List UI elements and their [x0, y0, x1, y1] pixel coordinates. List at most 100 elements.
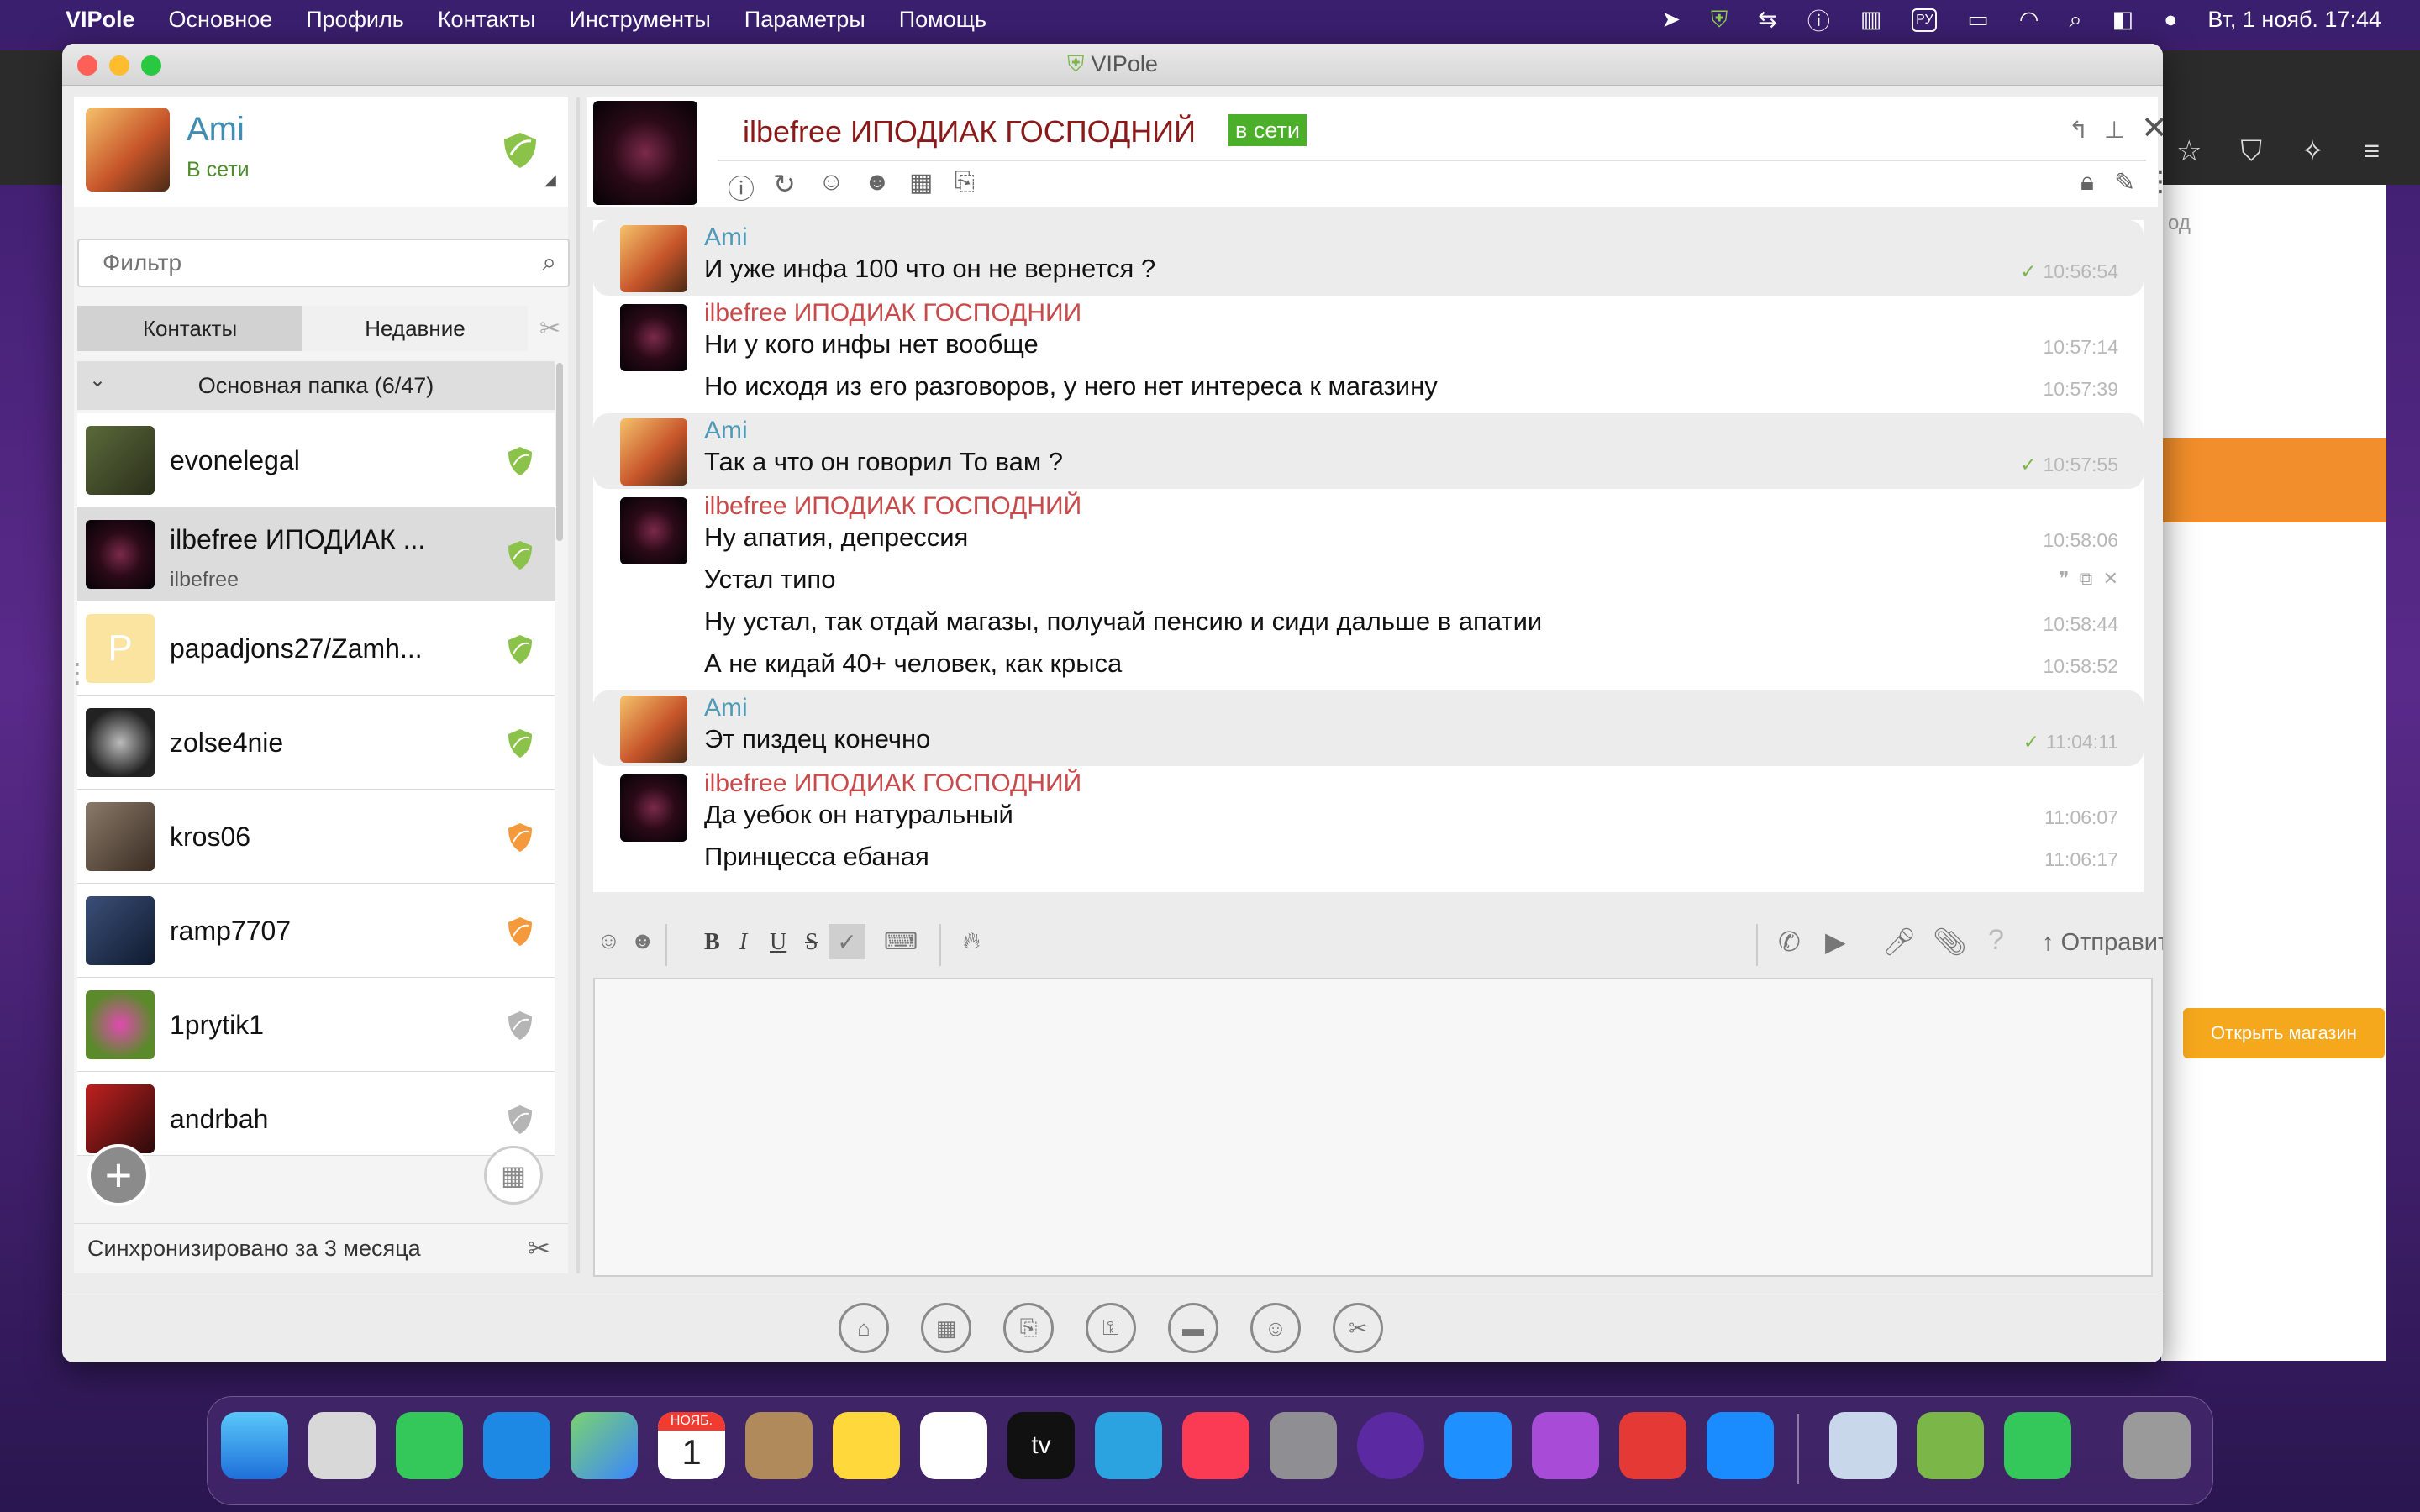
message-text[interactable]: А не кидай 40+ человек, как крыса	[704, 648, 1122, 679]
emoji-icon[interactable]: ☺	[597, 927, 621, 954]
contacts-app-icon[interactable]	[745, 1412, 813, 1479]
group-icon[interactable]: ☻	[864, 168, 891, 197]
passwords-button[interactable]: ⚿	[1086, 1303, 1136, 1353]
folder-header[interactable]: ⌄ Основная папка (6/47)	[77, 361, 555, 410]
tools-icon[interactable]: ✂	[539, 314, 560, 344]
memory-icon[interactable]: ▥	[1860, 7, 1882, 33]
podcasts-icon[interactable]	[1532, 1412, 1599, 1479]
contacts-button[interactable]: ☺	[1250, 1303, 1301, 1353]
files-button[interactable]: ▬	[1168, 1303, 1218, 1353]
facetime-icon[interactable]	[2004, 1412, 2071, 1479]
contact-item[interactable]: andrbah	[77, 1072, 555, 1156]
maps-icon[interactable]	[571, 1412, 638, 1479]
notes-app-icon[interactable]	[833, 1412, 900, 1479]
star-icon[interactable]: ☆	[2176, 134, 2202, 168]
add-contact-button[interactable]: +	[87, 1144, 150, 1206]
message-input[interactable]	[593, 978, 2153, 1277]
message-text[interactable]: Ни у кого инфы нет вообще	[704, 329, 1039, 360]
bold-button[interactable]: B	[704, 929, 720, 956]
search-icon[interactable]: ⌕	[2069, 7, 2081, 34]
chevron-down-icon[interactable]: ⌄	[89, 368, 106, 392]
menu-item-tools[interactable]: Инструменты	[569, 7, 710, 33]
notes-button[interactable]: ⎘	[1003, 1303, 1054, 1353]
contact-item[interactable]: zolse4nie	[77, 696, 555, 790]
contact-item[interactable]: P papadjons27/Zamh...	[77, 601, 555, 696]
file-icon[interactable]: ⎘	[955, 168, 975, 197]
filter-field[interactable]: ⌕	[77, 239, 570, 287]
contact-item[interactable]: 1prytik1	[77, 978, 555, 1072]
home-button[interactable]: ⌂	[839, 1303, 889, 1353]
tab-recent[interactable]: Недавние	[302, 306, 528, 351]
clear-history-icon[interactable]: ✎	[2114, 168, 2135, 197]
quote-icon[interactable]: ❞	[2060, 568, 2070, 589]
contact-item-selected[interactable]: ilbefree ИПОДИАК ... ilbefree	[77, 507, 555, 601]
keyboard-icon[interactable]: ⌨	[884, 927, 918, 955]
contact-item[interactable]: evonelegal	[77, 413, 555, 507]
search-icon[interactable]: ⌕	[542, 249, 556, 277]
pane-splitter[interactable]	[576, 97, 580, 1273]
menu-item-help[interactable]: Помощь	[899, 7, 986, 33]
shield-icon[interactable]: ⛉	[2240, 135, 2262, 168]
lock-icon[interactable]: 🔒︎	[2081, 168, 2094, 197]
apple-tv-icon[interactable]: tv	[1007, 1412, 1075, 1479]
copy-icon[interactable]: ⧉	[2080, 568, 2093, 589]
message-text[interactable]: Устал типо	[704, 564, 835, 595]
status-dropdown-icon[interactable]: ◢	[544, 171, 556, 189]
message-text[interactable]: Но исходя из его разговоров, у него нет …	[704, 371, 1438, 402]
call-icon[interactable]: ✆	[1778, 926, 1801, 958]
menu-item-settings[interactable]: Параметры	[744, 7, 865, 33]
sticker-icon[interactable]: ☻	[630, 927, 655, 954]
menu-datetime[interactable]: Вт, 1 нояб. 17:44	[2207, 7, 2381, 33]
info-icon[interactable]: ⓘ	[728, 168, 755, 207]
send-button[interactable]: ↑ Отправить	[2042, 929, 2163, 957]
drag-handle-icon[interactable]: ⋮	[64, 659, 91, 686]
strikethrough-button[interactable]: S	[805, 929, 818, 956]
calendar-app-icon[interactable]: НОЯБ. 1	[658, 1412, 725, 1479]
minimize-window-button[interactable]	[109, 55, 129, 76]
telegram-icon[interactable]	[1095, 1412, 1162, 1479]
wifi-icon[interactable]: ◠	[2019, 7, 2039, 33]
contacts-exchange-icon[interactable]: ☺	[818, 168, 844, 197]
help-icon[interactable]: ?	[1988, 924, 2004, 957]
chat-contact-avatar[interactable]	[593, 101, 697, 205]
underline-button[interactable]: U	[770, 929, 786, 956]
profile-avatar[interactable]	[86, 108, 170, 192]
contact-item[interactable]: ramp7707	[77, 884, 555, 978]
unpin-icon[interactable]: ↰	[2069, 116, 2088, 144]
calendar-icon[interactable]: ▦	[909, 168, 933, 197]
open-shop-button[interactable]: Открыть магазин	[2183, 1008, 2385, 1058]
close-window-button[interactable]	[77, 55, 97, 76]
trash-icon[interactable]	[2123, 1412, 2191, 1479]
system-preferences-icon[interactable]	[1270, 1412, 1337, 1479]
contact-item[interactable]: kros06	[77, 790, 555, 884]
tab-contacts[interactable]: Контакты	[77, 306, 302, 351]
messages-icon[interactable]	[396, 1412, 463, 1479]
sync-status-icon[interactable]: ⇆	[1758, 7, 1777, 33]
finder-icon[interactable]	[221, 1412, 288, 1479]
attachment-icon[interactable]: 📎︎	[1933, 926, 1967, 958]
podcast-radio-icon[interactable]	[1357, 1412, 1424, 1479]
contact-list-scrollbar[interactable]	[556, 363, 563, 541]
menu-item-main[interactable]: Основное	[169, 7, 273, 33]
menu-app-name[interactable]: VIPole	[66, 7, 135, 33]
vipole-dock-icon[interactable]	[1917, 1412, 1984, 1479]
message-text[interactable]: Принцесса ебаная	[704, 842, 929, 872]
pin-icon[interactable]: ⊥	[2104, 116, 2124, 144]
settings-button[interactable]: ✂	[1333, 1303, 1383, 1353]
input-language-icon[interactable]: РУ	[1912, 8, 1938, 32]
vpn-app-icon[interactable]	[1619, 1412, 1686, 1479]
telegram-status-icon[interactable]: ➤	[1661, 7, 1681, 33]
message-text[interactable]: И уже инфа 100 что он не вернется ?	[704, 254, 1155, 284]
history-icon[interactable]: ↻	[773, 168, 796, 200]
keypad-button[interactable]: ▦	[484, 1146, 543, 1205]
close-chat-icon[interactable]: ✕	[2141, 109, 2163, 147]
more-options-icon[interactable]: ⋮	[2146, 165, 2163, 198]
menu-item-profile[interactable]: Профиль	[306, 7, 404, 33]
security-shield-icon[interactable]	[499, 129, 541, 171]
italic-button[interactable]: I	[739, 929, 747, 956]
message-text[interactable]: Да уебок он натуральный	[704, 800, 1013, 830]
microphone-icon[interactable]: 🎤︎	[1882, 926, 1917, 958]
filter-input[interactable]	[79, 240, 568, 286]
mail-icon[interactable]	[483, 1412, 550, 1479]
delete-icon[interactable]: ✕	[2103, 568, 2118, 589]
